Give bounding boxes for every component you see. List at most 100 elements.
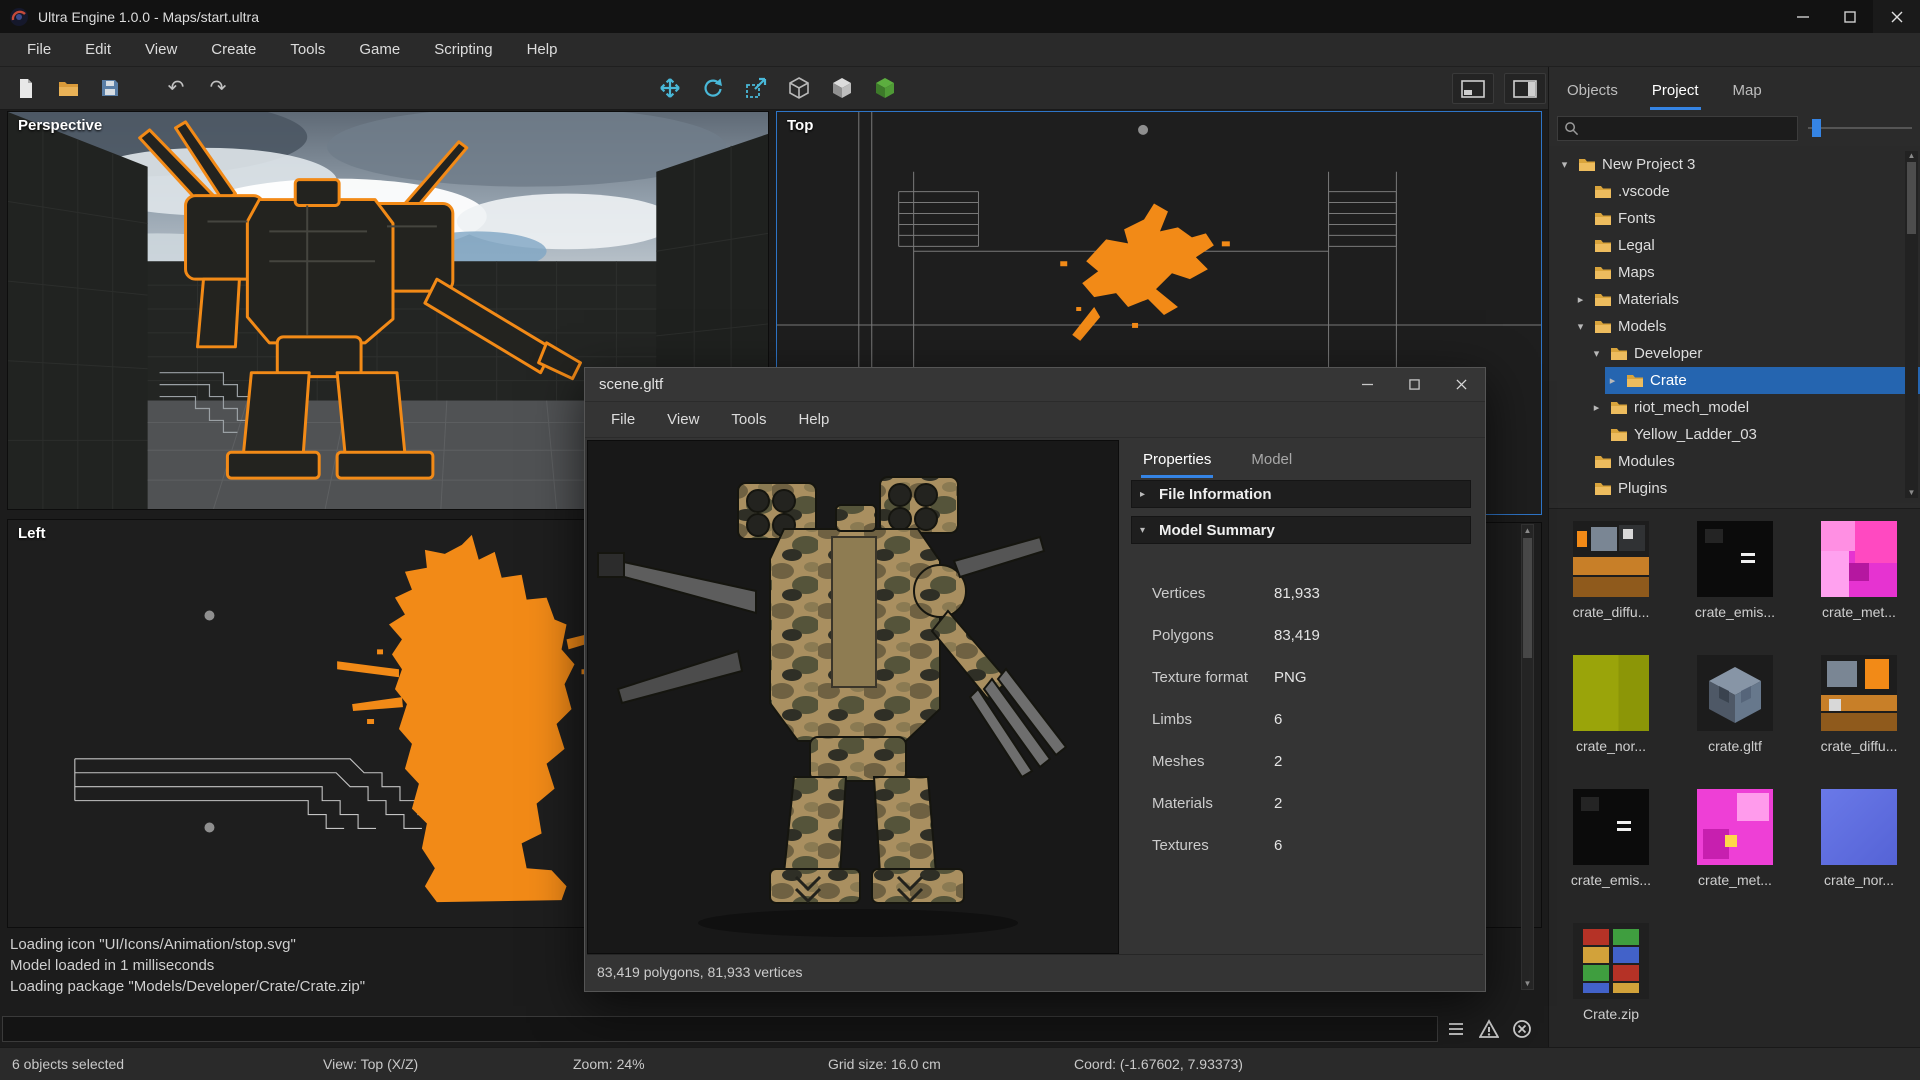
search-input[interactable] [1585, 120, 1791, 136]
menu-help[interactable]: Help [510, 41, 575, 58]
expander-open-icon[interactable]: ▾ [1557, 158, 1572, 171]
tree-item-new-project-3[interactable]: ▾ New Project 3 [1549, 151, 1920, 178]
undo-button[interactable]: ↶ [158, 72, 194, 104]
close-button[interactable] [1873, 0, 1920, 33]
asset-crate-gltf[interactable]: crate.gltf [1673, 655, 1797, 789]
thumbnail-size-slider[interactable] [1808, 116, 1912, 140]
asset-crate-metal-1[interactable]: crate_met... [1797, 521, 1920, 655]
folder-icon [1595, 185, 1611, 198]
section-file-information[interactable]: ▸ File Information [1131, 480, 1471, 508]
tree-item-modules[interactable]: Modules [1549, 448, 1920, 475]
dialog-menu-file[interactable]: File [595, 411, 651, 428]
tree-item-crate[interactable]: ▸ Crate [1549, 367, 1920, 394]
expander-closed-icon[interactable]: ▸ [1605, 374, 1620, 387]
tab-properties[interactable]: Properties [1141, 442, 1214, 478]
expander-open-icon[interactable]: ▾ [1573, 320, 1588, 333]
menu-file[interactable]: File [10, 41, 68, 58]
mech-left-silhouette [337, 534, 609, 903]
scrollbar-thumb[interactable] [1907, 162, 1916, 234]
log-list-icon[interactable] [1446, 1019, 1466, 1039]
tree-item-riot-mech-model[interactable]: ▸ riot_mech_model [1549, 394, 1920, 421]
slider-track[interactable] [1808, 127, 1912, 129]
title-bar: Ultra Engine 1.0.0 - Maps/start.ultra [0, 0, 1920, 33]
redo-button[interactable]: ↷ [200, 72, 236, 104]
clear-console-icon[interactable] [1512, 1019, 1532, 1039]
expander-closed-icon[interactable]: ▸ [1589, 401, 1604, 414]
tree-item-developer[interactable]: ▾ Developer [1549, 340, 1920, 367]
scroll-down-icon[interactable]: ▼ [1524, 979, 1532, 988]
model-preview[interactable] [587, 440, 1119, 954]
warnings-icon[interactable] [1479, 1019, 1499, 1039]
status-grid-size: Grid size: 16.0 cm [828, 1056, 941, 1072]
folder-icon [1579, 158, 1595, 171]
section-model-summary[interactable]: ▾ Model Summary [1131, 516, 1471, 544]
redo-icon: ↷ [209, 77, 227, 99]
rotate-tool-button[interactable] [695, 72, 731, 104]
tab-project[interactable]: Project [1649, 73, 1701, 110]
dialog-maximize-button[interactable] [1391, 368, 1438, 401]
scale-tool-button[interactable] [738, 72, 774, 104]
tree-item-legal[interactable]: Legal [1549, 232, 1920, 259]
tree-item-materials[interactable]: ▸ Materials [1549, 286, 1920, 313]
viewport-label-left: Left [18, 525, 46, 542]
tree-item-plugins[interactable]: Plugins [1549, 475, 1920, 502]
save-button[interactable] [92, 72, 128, 104]
scroll-up-icon[interactable]: ▲ [1908, 151, 1916, 160]
layout-single-button[interactable] [1452, 73, 1494, 104]
textured-mode-button[interactable] [867, 72, 903, 104]
dialog-title-bar[interactable]: scene.gltf [585, 368, 1485, 402]
open-button[interactable] [50, 72, 86, 104]
asset-crate-diffuse-1[interactable]: crate_diffu... [1549, 521, 1673, 655]
menu-game[interactable]: Game [342, 41, 417, 58]
wireframe-mode-button[interactable] [781, 72, 817, 104]
tree-item-vscode[interactable]: .vscode [1549, 178, 1920, 205]
asset-crate-metal-2[interactable]: crate_met... [1673, 789, 1797, 923]
undo-icon: ↶ [167, 77, 185, 99]
wireframe-cube-icon [789, 77, 809, 99]
dialog-close-button[interactable] [1438, 368, 1485, 401]
scrollbar-thumb[interactable] [1523, 538, 1532, 658]
asset-crate-normal-2[interactable]: crate_nor... [1797, 789, 1920, 923]
minimize-button[interactable] [1779, 0, 1826, 33]
dialog-menu-help[interactable]: Help [782, 411, 845, 428]
right-sidebar: Objects Project Map ▾ New Project 3 .vsc… [1548, 67, 1920, 1047]
close-icon [1456, 378, 1467, 390]
menu-scripting[interactable]: Scripting [417, 41, 509, 58]
dialog-status-bar: 83,419 polygons, 81,933 vertices [587, 954, 1483, 989]
menu-edit[interactable]: Edit [68, 41, 128, 58]
expander-closed-icon[interactable]: ▸ [1573, 293, 1588, 306]
tree-item-fonts[interactable]: Fonts [1549, 205, 1920, 232]
new-file-button[interactable] [8, 72, 44, 104]
menu-tools[interactable]: Tools [273, 41, 342, 58]
tree-item-maps[interactable]: Maps [1549, 259, 1920, 286]
dialog-minimize-button[interactable] [1344, 368, 1391, 401]
expander-open-icon[interactable]: ▾ [1589, 347, 1604, 360]
scroll-down-icon[interactable]: ▼ [1908, 488, 1916, 497]
asset-crate-emissive-2[interactable]: crate_emis... [1549, 789, 1673, 923]
maximize-button[interactable] [1826, 0, 1873, 33]
asset-crate-emissive-1[interactable]: crate_emis... [1673, 521, 1797, 655]
tree-item-yellow-ladder-03[interactable]: Yellow_Ladder_03 [1549, 421, 1920, 448]
solid-mode-button[interactable] [824, 72, 860, 104]
dialog-menu-tools[interactable]: Tools [715, 411, 782, 428]
layout-split-button[interactable] [1504, 73, 1546, 104]
dialog-menu-view[interactable]: View [651, 411, 715, 428]
tree-scrollbar[interactable]: ▲ ▼ [1905, 151, 1918, 498]
scroll-up-icon[interactable]: ▲ [1524, 526, 1532, 535]
tab-model[interactable]: Model [1249, 442, 1294, 478]
console-input[interactable] [2, 1016, 1438, 1042]
asset-crate-zip[interactable]: Crate.zip [1549, 923, 1673, 1047]
move-tool-button[interactable] [652, 72, 688, 104]
asset-crate-normal-1[interactable]: crate_nor... [1549, 655, 1673, 789]
menu-create[interactable]: Create [194, 41, 273, 58]
sidebar-tabs: Objects Project Map [1549, 67, 1920, 110]
project-search-box[interactable] [1557, 115, 1798, 141]
tab-map[interactable]: Map [1731, 73, 1764, 110]
slider-handle[interactable] [1812, 119, 1821, 137]
tree-item-models[interactable]: ▾ Models [1549, 313, 1920, 340]
asset-crate-diffuse-2[interactable]: crate_diffu... [1797, 655, 1920, 789]
asset-pane-scrollbar[interactable]: ▲ ▼ [1521, 524, 1534, 990]
tab-objects[interactable]: Objects [1565, 73, 1620, 110]
menu-view[interactable]: View [128, 41, 194, 58]
polygon-count-text: 83,419 polygons, 81,933 vertices [597, 964, 803, 980]
